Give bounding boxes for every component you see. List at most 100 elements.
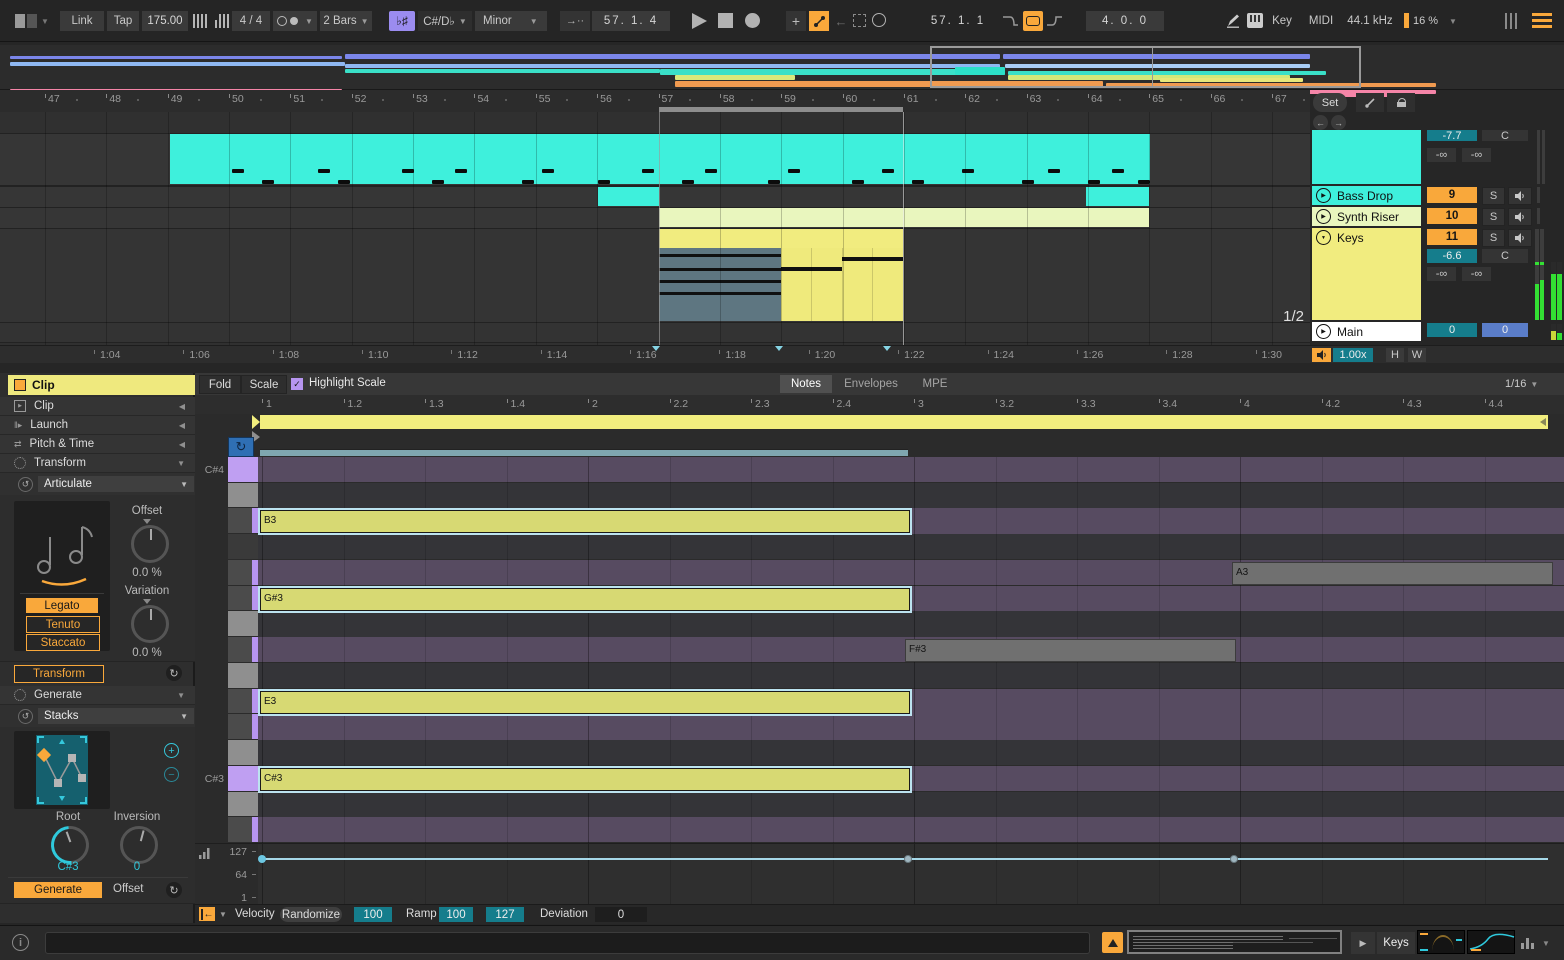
piano-key-B3[interactable]: [228, 508, 258, 533]
piano-roll-row-G3[interactable]: [258, 611, 1564, 636]
zoom-height-button[interactable]: H: [1386, 348, 1404, 362]
piano-key-C3[interactable]: [228, 792, 258, 817]
main-pan-field[interactable]: 0: [1482, 323, 1528, 337]
track-lane-keys[interactable]: [0, 228, 1310, 323]
midi-ruler[interactable]: 11.21.31.422.22.32.433.23.33.444.24.34.4: [195, 395, 1564, 414]
window-control-icon[interactable]: [15, 14, 25, 28]
remove-voice-button[interactable]: −: [164, 767, 179, 782]
midi-note-A3[interactable]: A3: [1232, 562, 1553, 585]
offset-knob[interactable]: [131, 525, 169, 563]
piano-key-B2[interactable]: [228, 817, 258, 842]
automation-mode-button[interactable]: [809, 11, 829, 31]
lane-menu-caret-icon[interactable]: ▼: [219, 910, 227, 919]
window-control-icon-2[interactable]: [27, 14, 37, 28]
tap-button[interactable]: Tap: [107, 11, 139, 31]
output-level-icon[interactable]: [1521, 935, 1537, 949]
key-map-button[interactable]: Key: [1266, 11, 1298, 31]
ramp-from-field[interactable]: 100: [439, 907, 473, 922]
groove-quantize-menu[interactable]: ▼: [273, 11, 317, 31]
generate-apply-button[interactable]: Generate: [14, 882, 102, 898]
piano-roll-row-C#4[interactable]: [258, 457, 1564, 482]
drums-send-b[interactable]: -∞: [1462, 148, 1491, 162]
section-pitch-time[interactable]: ⇄ Pitch & Time ◀: [0, 435, 195, 454]
section-clip[interactable]: ▶ Clip ◀: [0, 397, 195, 416]
preview-play-button[interactable]: ▶: [1351, 932, 1375, 954]
arrangement-minimap[interactable]: [1127, 930, 1342, 954]
piano-roll-row-D3[interactable]: [258, 740, 1564, 765]
level-caret-icon[interactable]: ▼: [1542, 939, 1550, 948]
section-launch[interactable]: ‖▸ Launch ◀: [0, 416, 195, 435]
punch-in-icon[interactable]: [1002, 15, 1019, 27]
unfold-circle-icon[interactable]: ▼: [1316, 230, 1331, 245]
clip-loop-bar[interactable]: [260, 415, 1548, 429]
main-volume-field[interactable]: 0: [1427, 323, 1477, 337]
collapse-left-icon[interactable]: ◀: [179, 421, 185, 430]
window-control-caret-icon[interactable]: ▼: [41, 17, 49, 26]
track-header-synth-riser[interactable]: ▶Synth Riser: [1312, 207, 1421, 226]
arrangement-overview[interactable]: [0, 45, 1564, 90]
scroll-up-button[interactable]: [1102, 932, 1123, 953]
piano-key-D#3[interactable]: [228, 714, 258, 739]
hot-swap-icon[interactable]: ↺: [18, 709, 33, 724]
cpu-caret-icon[interactable]: ▼: [1449, 17, 1457, 26]
drums-volume-field[interactable]: -7.7: [1427, 130, 1477, 141]
bass-arm-button[interactable]: [1508, 187, 1532, 205]
deviation-field[interactable]: 0: [595, 907, 647, 922]
overview-view-rectangle[interactable]: [930, 46, 1361, 88]
collapse-left-icon[interactable]: ◀: [179, 402, 185, 411]
draw-mode-button[interactable]: [1222, 11, 1244, 31]
bass-solo-button[interactable]: S: [1482, 187, 1505, 205]
tab-mpe[interactable]: MPE: [910, 375, 960, 393]
scale-awareness-button[interactable]: ♭♯: [389, 11, 415, 31]
computer-midi-keyboard-icon[interactable]: [1247, 13, 1263, 28]
overview-toggle-icon[interactable]: [1505, 13, 1525, 29]
audition-button[interactable]: [1312, 348, 1331, 362]
tenuto-button[interactable]: Tenuto: [26, 616, 100, 633]
collapse-left-icon[interactable]: ◀: [179, 440, 185, 449]
loop-length-display[interactable]: 4. 0. 0: [1086, 11, 1164, 31]
root-value[interactable]: C#3: [40, 861, 96, 873]
selected-track-label[interactable]: Keys: [1377, 932, 1415, 954]
add-marker-button[interactable]: +: [786, 11, 806, 31]
session-record-button[interactable]: [872, 13, 886, 27]
velocity-point[interactable]: [258, 855, 266, 863]
piano-roll-row-B2[interactable]: [258, 817, 1564, 842]
piano-roll[interactable]: C#4C#3B3G#3E3C#3F#3A3: [195, 457, 1564, 843]
synth-arm-button[interactable]: [1508, 208, 1532, 226]
section-generate[interactable]: Generate ▼: [0, 686, 195, 705]
piano-key-C4[interactable]: [228, 483, 258, 508]
key-root-select[interactable]: C#/D♭▼: [418, 11, 472, 31]
section-transform[interactable]: Transform ▼: [0, 454, 195, 473]
fold-button[interactable]: Fold: [199, 375, 241, 394]
lock-button[interactable]: [1387, 93, 1415, 112]
velocity-point[interactable]: [904, 855, 912, 863]
piano-roll-row-C3[interactable]: [258, 792, 1564, 817]
re-enable-automation-button[interactable]: ←: [832, 11, 850, 31]
key-scale-select[interactable]: Minor▼: [475, 11, 547, 31]
transform-tool-select[interactable]: Articulate ▼: [38, 476, 194, 492]
playback-speed-field[interactable]: 1.00x: [1333, 348, 1373, 362]
cpu-load-display[interactable]: 16 %: [1413, 11, 1438, 31]
loop-button[interactable]: [1023, 11, 1043, 31]
metronome-icon[interactable]: [192, 14, 208, 28]
piano-key-G3[interactable]: [228, 611, 258, 636]
track-header-drums[interactable]: [1312, 130, 1421, 184]
track-header-bass-drop[interactable]: ▶Bass Drop: [1312, 186, 1421, 205]
keys-solo-button[interactable]: S: [1482, 229, 1505, 247]
expand-down-icon[interactable]: ▼: [177, 691, 185, 700]
midi-note-E3[interactable]: E3: [260, 691, 910, 714]
arrangement-clip-bass-2[interactable]: [1086, 187, 1149, 206]
draw-automation-button[interactable]: [1356, 93, 1384, 112]
clip-start-marker-icon[interactable]: [252, 415, 260, 429]
transform-apply-button[interactable]: Transform: [14, 665, 104, 683]
clip-loop-region-bar[interactable]: [260, 449, 908, 456]
stacks-nodes-graphic[interactable]: [14, 731, 110, 809]
track-lane-main[interactable]: [0, 322, 1310, 343]
piano-key-E3[interactable]: [228, 689, 258, 714]
piano-key-A#3[interactable]: [228, 534, 258, 559]
keys-send-b[interactable]: -∞: [1462, 267, 1491, 281]
piano-roll-row-C4[interactable]: [258, 483, 1564, 508]
link-button[interactable]: Link: [60, 11, 104, 31]
legato-button[interactable]: Legato: [26, 598, 98, 613]
set-button[interactable]: Set: [1313, 93, 1347, 112]
